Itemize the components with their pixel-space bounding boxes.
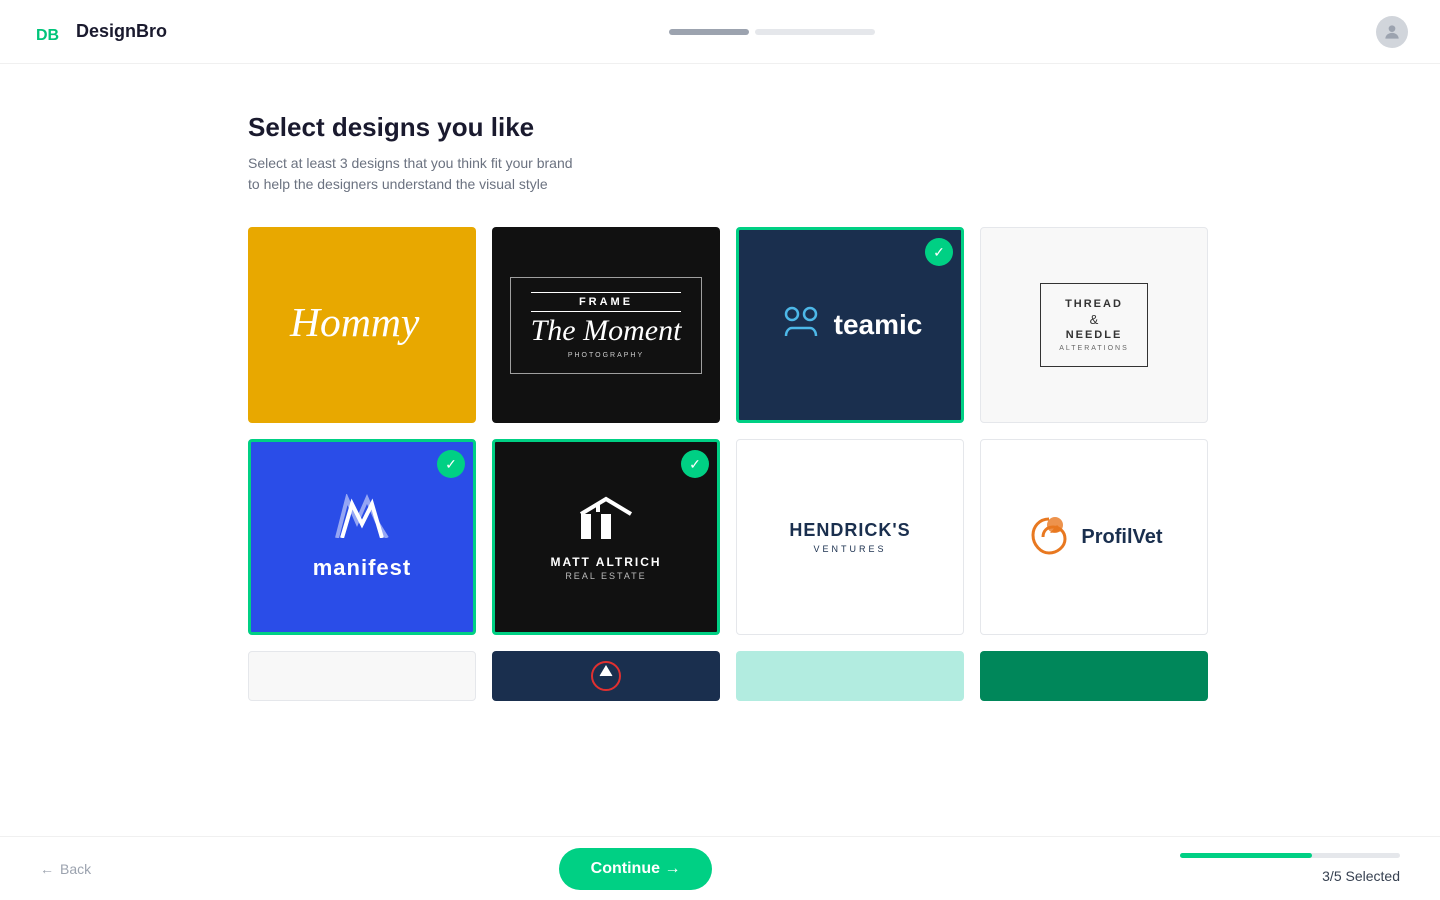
hendricks-name: HENDRICK'S <box>789 520 910 541</box>
manifest-icon <box>332 494 392 543</box>
partial-row-3 <box>248 651 1440 701</box>
design-grid: Hommy FRAME The Moment PHOTOGRAPHY <box>248 227 1440 635</box>
check-badge-matt: ✓ <box>681 450 709 478</box>
teamic-name: teamic <box>834 309 923 341</box>
design-card-profilvet[interactable]: ProfilVet <box>980 439 1208 635</box>
progress-step-1 <box>669 29 749 35</box>
design-card-teamic[interactable]: teamic ✓ <box>736 227 964 423</box>
frame-top-text: FRAME <box>531 292 682 312</box>
thread-amp: & <box>1059 312 1129 327</box>
design-card-matt[interactable]: MATT ALTRICH REAL ESTATE ✓ <box>492 439 720 635</box>
progress-step-2 <box>755 29 875 35</box>
progress-bar <box>669 29 875 35</box>
selected-progress-fill <box>1180 853 1312 858</box>
hendricks-logo: HENDRICK'S VENTURES <box>789 520 910 554</box>
profilvet-icon <box>1025 511 1073 564</box>
header: DB DesignBro <box>0 0 1440 64</box>
hendricks-sub: VENTURES <box>789 544 910 554</box>
frame-main-text: The Moment <box>531 314 682 348</box>
design-card-r3c[interactable] <box>736 651 964 701</box>
page-title: Select designs you like <box>248 112 1440 143</box>
logo-text: DesignBro <box>76 21 167 42</box>
manifest-name: manifest <box>313 555 411 581</box>
back-label: Back <box>60 861 91 877</box>
continue-button[interactable]: Continue → <box>559 848 713 890</box>
logo-icon: DB <box>32 14 68 50</box>
frame-logo-wrapper: FRAME The Moment PHOTOGRAPHY <box>510 277 703 374</box>
svg-text:Hommy: Hommy <box>289 299 420 345</box>
back-arrow-icon: ← <box>40 861 54 877</box>
selected-count: 3/5 Selected <box>1322 868 1400 884</box>
matt-name: MATT ALTRICH <box>550 555 661 569</box>
selected-progress-bar <box>1180 853 1400 858</box>
thread-line2: NEEDLE <box>1059 329 1129 341</box>
design-card-hendricks[interactable]: HENDRICK'S VENTURES <box>736 439 964 635</box>
teamic-logo: teamic <box>778 300 923 351</box>
thread-sub: ALTERATIONS <box>1059 345 1129 352</box>
profilvet-logo: ProfilVet <box>1025 511 1162 564</box>
check-badge-manifest: ✓ <box>437 450 465 478</box>
matt-icon <box>550 494 661 549</box>
page-subtitle: Select at least 3 designs that you think… <box>248 153 1440 195</box>
check-badge-teamic: ✓ <box>925 238 953 266</box>
design-card-manifest[interactable]: manifest ✓ <box>248 439 476 635</box>
design-card-r3d[interactable] <box>980 651 1208 701</box>
main-content: Select designs you like Select at least … <box>0 64 1440 701</box>
frame-sub-text: PHOTOGRAPHY <box>531 352 682 359</box>
design-card-thread[interactable]: THREAD & NEEDLE ALTERATIONS <box>980 227 1208 423</box>
design-card-hommy[interactable]: Hommy <box>248 227 476 423</box>
back-button[interactable]: ← Back <box>40 861 91 877</box>
matt-sub: REAL ESTATE <box>550 571 661 581</box>
logo: DB DesignBro <box>32 14 167 50</box>
design-card-r3a[interactable] <box>248 651 476 701</box>
matt-logo: MATT ALTRICH REAL ESTATE <box>550 494 661 581</box>
design-card-frame[interactable]: FRAME The Moment PHOTOGRAPHY <box>492 227 720 423</box>
profilvet-name: ProfilVet <box>1081 526 1162 549</box>
svg-text:DB: DB <box>36 27 59 44</box>
thread-needle-logo: THREAD & NEEDLE ALTERATIONS <box>1040 283 1148 367</box>
thread-line1: THREAD <box>1059 298 1129 310</box>
user-avatar[interactable] <box>1376 16 1408 48</box>
continue-label: Continue → <box>591 860 681 878</box>
teamic-icon <box>778 300 824 351</box>
footer-right: 3/5 Selected <box>1180 853 1400 884</box>
footer: ← Back Continue → 3/5 Selected <box>0 836 1440 900</box>
design-card-r3b[interactable] <box>492 651 720 701</box>
frame-logo: FRAME The Moment PHOTOGRAPHY <box>531 292 682 359</box>
